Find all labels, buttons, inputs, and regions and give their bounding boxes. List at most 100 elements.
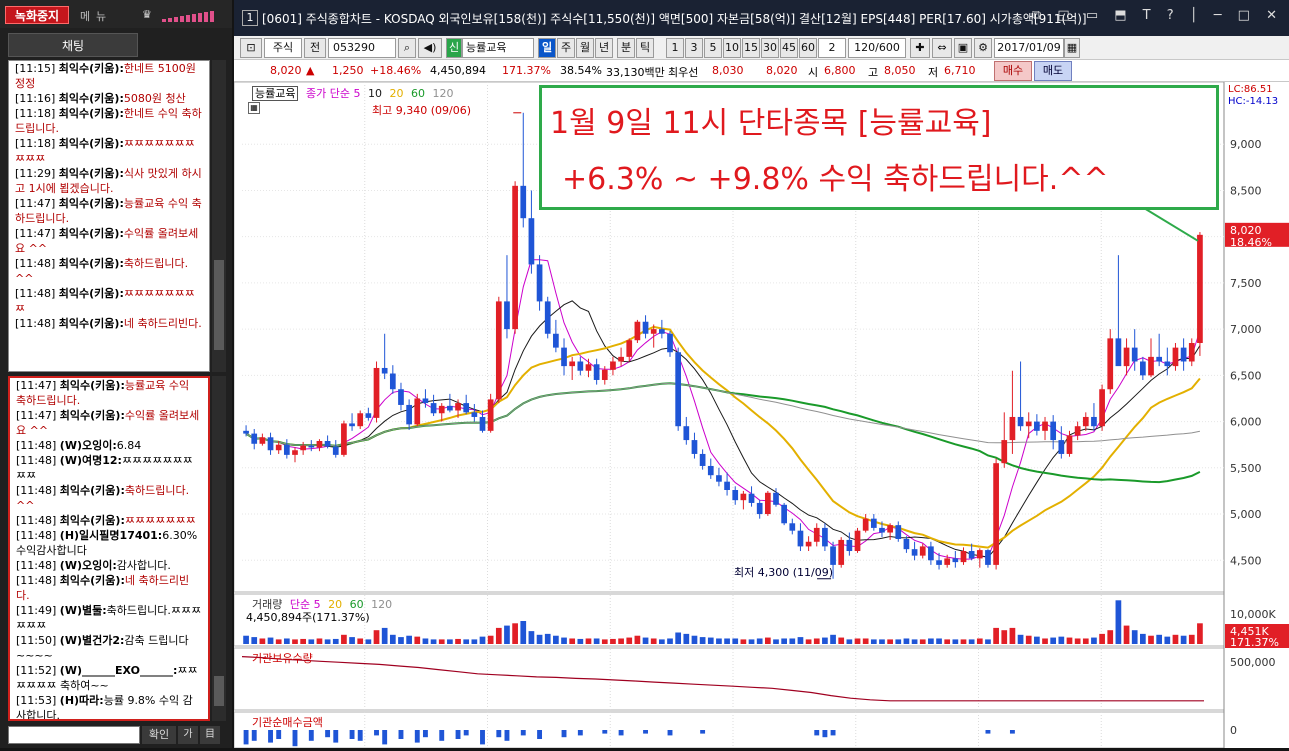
stock-code-input[interactable]: 053290 <box>328 38 396 58</box>
layout-icon[interactable]: ⊡ <box>240 38 262 58</box>
search-icon[interactable]: ⌕ <box>398 38 416 58</box>
font-button[interactable]: 가 <box>178 726 198 744</box>
window-controls[interactable]: ⧉ ◱ ▭ ⬒ T ? │ ─ □ ✕ <box>1032 8 1283 23</box>
volume-bar <box>1082 638 1089 644</box>
candle-body <box>1009 416 1016 441</box>
volume-bar <box>610 638 616 644</box>
candle-body <box>308 445 315 448</box>
volume-bar <box>659 639 665 644</box>
price-change-pct: +18.46% <box>370 64 422 77</box>
chat-message: [11:47] 최익수(키움):수익률 올려보세요 ^^ <box>10 408 208 438</box>
volume-bar <box>438 639 445 644</box>
range-input[interactable]: 120/600 <box>848 38 906 58</box>
chat-message: [11:48] 최익수(키움):축하드립니다. ^^ <box>9 256 209 286</box>
interval-tab[interactable]: 60 <box>799 38 817 58</box>
interval-tab[interactable]: 3 <box>685 38 703 58</box>
inst-net-bar <box>1009 730 1015 734</box>
candle-body <box>683 426 690 441</box>
chat-header[interactable]: 채팅 <box>8 33 138 57</box>
volume-bar <box>813 638 820 644</box>
inst-net-bar <box>463 730 469 736</box>
candle-body <box>993 463 999 565</box>
volume-bar <box>292 639 298 644</box>
volume-bar <box>544 633 551 644</box>
chat-message: [11:49] (W)별둘:축하드립니다.ㅉㅉㅉㅉㅉㅉ <box>10 603 208 633</box>
volume-bar <box>471 639 478 644</box>
candle-body <box>283 444 290 455</box>
send-button[interactable]: 확인 <box>142 726 176 744</box>
zoom-icon[interactable]: ⇔ <box>932 38 952 58</box>
candle-body <box>789 523 796 531</box>
stock-name-field[interactable]: 능률교육 <box>462 38 534 58</box>
period-tab[interactable]: 분 <box>617 38 635 58</box>
candle-body <box>870 518 877 528</box>
crown-icon[interactable]: ♛ <box>142 8 152 21</box>
inst-net-bar <box>537 730 543 739</box>
message-author: 최익수(키움): <box>59 379 125 392</box>
message-time: [11:15] <box>15 62 56 75</box>
message-time: [11:47] <box>15 227 56 240</box>
period-tab[interactable]: 일 <box>538 38 556 58</box>
period-tab[interactable]: 월 <box>576 38 594 58</box>
buy-button[interactable]: 매수 <box>994 61 1032 81</box>
candle-body <box>764 492 771 515</box>
volume-bar <box>447 639 453 644</box>
interval-tab[interactable]: 5 <box>704 38 722 58</box>
candle-body <box>976 550 983 559</box>
interval-select[interactable]: 2 <box>818 38 846 58</box>
gear-icon[interactable]: ⚙ <box>974 38 992 58</box>
volume-bar <box>487 635 494 644</box>
candle-body <box>381 367 388 374</box>
inst-net-bar <box>577 730 583 736</box>
calendar-icon[interactable]: ▦ <box>1064 38 1080 58</box>
menu-icon[interactable]: 메 <box>80 8 90 24</box>
volume-bar <box>1017 634 1024 644</box>
message-author: (H)일시필명17401: <box>59 529 163 542</box>
candle-body <box>1156 356 1163 362</box>
type-select[interactable]: 주식 <box>264 38 302 58</box>
volume-bar <box>251 637 258 644</box>
interval-tab[interactable]: 15 <box>742 38 760 58</box>
message-time: [11:52] <box>16 664 57 677</box>
speaker-icon[interactable]: ◀) <box>418 38 442 58</box>
candle-body <box>773 492 779 505</box>
record-stop-button[interactable]: 녹화중지 <box>5 6 69 24</box>
prev-button[interactable]: 전 <box>304 38 326 58</box>
grid-icon[interactable]: ▦ <box>248 102 260 114</box>
list-icon[interactable]: 目 <box>200 726 220 744</box>
volume-bar <box>805 639 812 644</box>
sell-button[interactable]: 매도 <box>1034 61 1072 81</box>
candle-body <box>781 504 787 524</box>
chat-message: [11:48] (W)오잉이:6.84 <box>10 438 208 453</box>
crosshair-icon[interactable]: ✚ <box>910 38 930 58</box>
chat-scrollbar-top[interactable] <box>212 60 226 372</box>
turnover: 38.54% <box>560 64 602 77</box>
interval-tab[interactable]: 45 <box>780 38 798 58</box>
volume-bar <box>879 639 885 644</box>
candle-body <box>936 560 942 565</box>
candle-body <box>667 333 673 353</box>
chat-input[interactable] <box>8 726 140 744</box>
menu-icon-2[interactable]: 뉴 <box>96 8 106 24</box>
save-icon[interactable]: ▣ <box>954 38 972 58</box>
chart-area[interactable]: 9,0008,5008,0007,5007,0006,5006,0005,500… <box>233 81 1289 749</box>
volume-bar <box>781 638 787 644</box>
message-time: [11:48] <box>16 454 57 467</box>
interval-tab[interactable]: 10 <box>723 38 741 58</box>
date-input[interactable]: 2017/01/09 <box>994 38 1064 58</box>
message-author: 최익수(키움): <box>58 92 124 105</box>
chat-scrollbar-bottom[interactable] <box>212 376 226 721</box>
volume-bar <box>1123 625 1130 644</box>
candle-body <box>593 364 600 380</box>
period-tab[interactable]: 틱 <box>636 38 654 58</box>
period-tab[interactable]: 주 <box>557 38 575 58</box>
chat-message: [11:15] 최익수(키움):한네트 5100원 정정 <box>9 61 209 91</box>
interval-tab[interactable]: 30 <box>761 38 779 58</box>
candle-body <box>487 399 494 431</box>
message-time: [11:47] <box>15 197 56 210</box>
period-tab[interactable]: 년 <box>595 38 613 58</box>
volume-bar <box>308 639 315 644</box>
candle-body <box>846 539 853 552</box>
volume-bar <box>365 639 372 644</box>
interval-tab[interactable]: 1 <box>666 38 684 58</box>
